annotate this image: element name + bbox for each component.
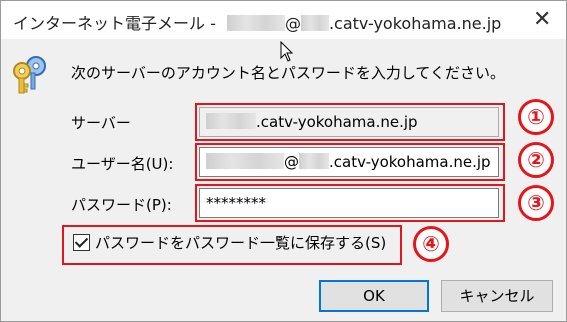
close-button[interactable]: ✕: [533, 7, 551, 32]
username-label: ユーザー名(U):: [71, 155, 174, 173]
redacted-account: [206, 153, 284, 169]
password-value: ********: [206, 194, 266, 212]
password-input[interactable]: ********: [199, 188, 499, 218]
keys-icon: [13, 56, 46, 94]
remember-password-checkbox[interactable]: [73, 234, 90, 251]
username-input[interactable]: @ .catv-yokohama.ne.jp: [199, 147, 499, 177]
remember-password-row[interactable]: パスワードをパスワード一覧に保存する(S): [73, 232, 386, 254]
redacted-subdomain: [300, 15, 329, 31]
username-domain: .catv-yokohama.ne.jp: [329, 153, 491, 171]
server-label: サーバー: [71, 114, 131, 132]
annotation-4: ④: [413, 226, 449, 262]
server-field: .catv-yokohama.ne.jp: [199, 107, 499, 137]
ok-button[interactable]: OK: [319, 280, 429, 312]
login-dialog: インターネット電子メール - @ .catv-yokohama.ne.jp ✕ 次…: [0, 0, 567, 322]
username-at: @: [284, 153, 299, 171]
remember-password-label: パスワードをパスワード一覧に保存する(S): [95, 234, 387, 252]
title-bar: インターネット電子メール - @ .catv-yokohama.ne.jp ✕: [1, 1, 566, 39]
title-prefix: インターネット電子メール -: [13, 14, 216, 33]
annotation-2: ②: [518, 142, 554, 178]
instruction-text: 次のサーバーのアカウント名とパスワードを入力してください。: [71, 64, 505, 82]
title-domain: .catv-yokohama.ne.jp: [328, 14, 502, 33]
redacted-server-prefix: [206, 113, 256, 129]
redacted-username: [226, 15, 285, 31]
server-value: .catv-yokohama.ne.jp: [256, 113, 418, 131]
annotation-3: ③: [518, 185, 554, 221]
redacted-user-subdomain: [299, 153, 329, 169]
dialog-title: インターネット電子メール - @ .catv-yokohama.ne.jp: [13, 10, 501, 34]
password-label: パスワード(P):: [71, 196, 172, 214]
mouse-cursor-icon: [280, 41, 294, 62]
annotation-1: ①: [518, 99, 554, 135]
title-at: @: [284, 14, 301, 33]
cancel-button[interactable]: キャンセル: [441, 280, 553, 312]
